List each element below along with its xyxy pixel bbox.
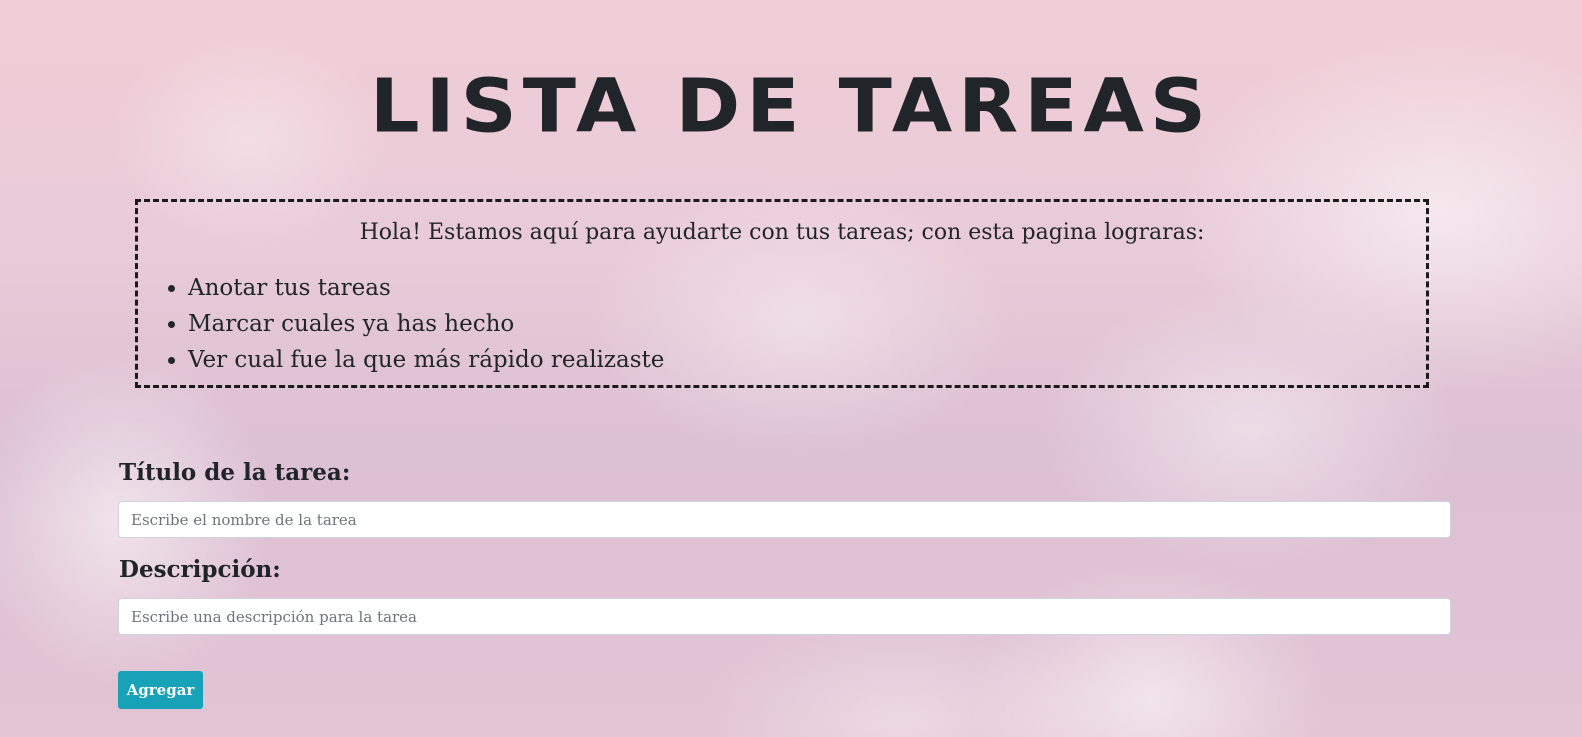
feature-list: Anotar tus tareas Marcar cuales ya has h…: [138, 270, 664, 378]
list-item: Ver cual fue la que más rápido realizast…: [188, 342, 664, 378]
task-description-input[interactable]: [118, 598, 1451, 635]
list-item: Marcar cuales ya has hecho: [188, 306, 664, 342]
page-title: LISTA DE TAREAS: [369, 64, 1213, 150]
add-task-button[interactable]: Agregar: [118, 671, 203, 709]
info-box: Hola! Estamos aquí para ayudarte con tus…: [135, 199, 1429, 388]
task-title-label: Título de la tarea:: [119, 459, 351, 486]
list-item: Anotar tus tareas: [188, 270, 664, 306]
task-description-label: Descripción:: [119, 556, 281, 583]
info-intro: Hola! Estamos aquí para ayudarte con tus…: [359, 220, 1205, 245]
task-title-input[interactable]: [118, 501, 1451, 538]
